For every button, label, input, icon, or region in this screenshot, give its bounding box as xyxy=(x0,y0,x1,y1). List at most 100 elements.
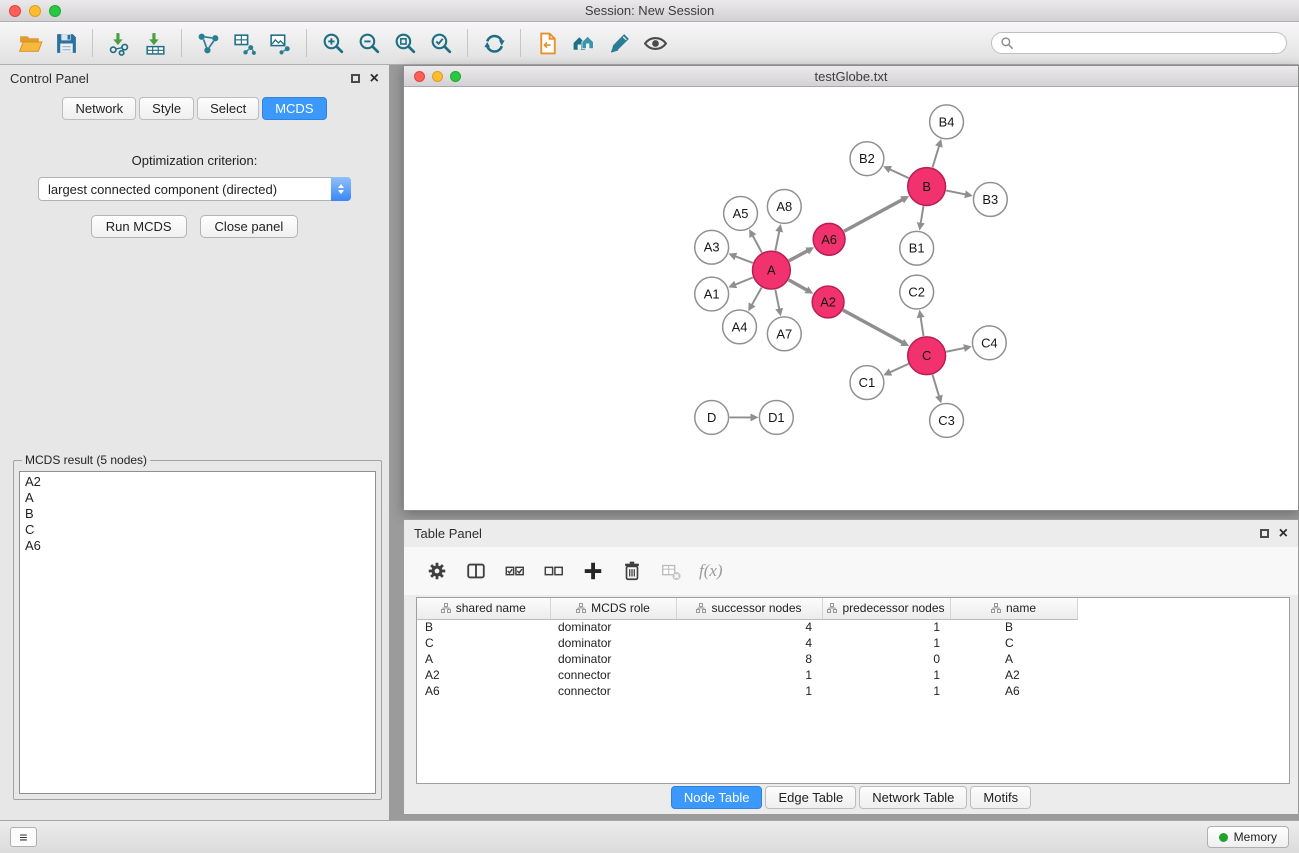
graph-edge-A-A8[interactable] xyxy=(775,230,779,251)
apply-layout-button[interactable] xyxy=(476,25,512,61)
graph-edge-C-C1[interactable] xyxy=(889,364,909,373)
table-settings-button[interactable] xyxy=(426,560,448,582)
graph-edge-C-C2[interactable] xyxy=(920,316,923,336)
close-traffic-light[interactable] xyxy=(414,71,425,82)
column-header-shared-name[interactable]: shared name xyxy=(417,598,550,619)
zoom-fit-button[interactable] xyxy=(387,25,423,61)
graph-edge-B-B3[interactable] xyxy=(946,191,967,195)
deselect-all-columns-button[interactable] xyxy=(543,560,565,582)
create-column-button[interactable] xyxy=(582,560,604,582)
network-window-titlebar[interactable]: testGlobe.txt xyxy=(404,66,1298,87)
close-panel-icon[interactable]: × xyxy=(1279,526,1288,542)
graph-edge-B-B4[interactable] xyxy=(933,145,940,168)
result-list-item[interactable]: A2 xyxy=(25,474,370,490)
tab-network[interactable]: Network xyxy=(62,97,136,120)
window-title: Session: New Session xyxy=(585,3,714,18)
graph-edge-C-C3[interactable] xyxy=(933,375,940,398)
home-button[interactable] xyxy=(565,25,601,61)
graph-edge-A-A5[interactable] xyxy=(752,234,762,252)
graph-edge-A6-B[interactable] xyxy=(844,199,904,231)
graph-node-label: A2 xyxy=(820,294,836,309)
close-panel-icon[interactable]: × xyxy=(370,71,379,87)
tab-edge-table[interactable]: Edge Table xyxy=(765,786,856,809)
table-row[interactable]: C dominator 4 1 C xyxy=(417,635,1077,651)
export-image-button[interactable] xyxy=(262,25,298,61)
traffic-lights xyxy=(9,5,61,17)
graph-edge-A-A1[interactable] xyxy=(734,277,753,285)
column-header-successor-nodes[interactable]: successor nodes xyxy=(676,598,822,619)
select-stepper-icon xyxy=(331,177,351,201)
graph-node-label: C1 xyxy=(859,375,876,390)
zoom-selected-button[interactable] xyxy=(423,25,459,61)
tab-motifs[interactable]: Motifs xyxy=(970,786,1031,809)
delete-table-button[interactable] xyxy=(660,560,682,582)
graph-edge-B-B2[interactable] xyxy=(889,169,909,178)
run-mcds-button[interactable]: Run MCDS xyxy=(91,215,187,238)
graph-node-label: B4 xyxy=(939,114,955,129)
table-row[interactable]: A6 connector 1 1 A6 xyxy=(417,683,1077,699)
graph-edge-A-A7[interactable] xyxy=(775,290,779,311)
import-file-button[interactable] xyxy=(529,25,565,61)
tab-mcds[interactable]: MCDS xyxy=(262,97,326,120)
table-row[interactable]: A2 connector 1 1 A2 xyxy=(417,667,1077,683)
import-table-button[interactable] xyxy=(137,25,173,61)
tab-node-table[interactable]: Node Table xyxy=(671,786,763,809)
graph-edge-A2-C[interactable] xyxy=(843,310,904,343)
float-panel-icon[interactable] xyxy=(1260,529,1269,538)
style-button[interactable] xyxy=(601,25,637,61)
tab-select[interactable]: Select xyxy=(197,97,259,120)
brush-icon xyxy=(607,31,632,56)
network-canvas[interactable]: ABCA6A2A1A3A4A5A7A8B1B2B3B4C1C2C3C4DD1 xyxy=(405,88,1297,509)
graph-edge-A-A6[interactable] xyxy=(789,250,809,261)
show-columns-button[interactable] xyxy=(465,560,487,582)
task-history-button[interactable]: ≡ xyxy=(10,827,37,847)
search-input[interactable] xyxy=(1019,36,1278,50)
memory-status-icon xyxy=(1219,833,1228,842)
mcds-result-list[interactable]: A2 A B C A6 xyxy=(19,471,376,794)
graph-edge-B-B1[interactable] xyxy=(920,206,923,225)
table-row[interactable]: B dominator 4 1 B xyxy=(417,619,1077,635)
main-toolbar xyxy=(0,22,1299,65)
toolbar-separator xyxy=(306,29,307,57)
trash-icon xyxy=(621,560,643,582)
select-all-columns-button[interactable] xyxy=(504,560,526,582)
column-header-predecessor-nodes[interactable]: predecessor nodes xyxy=(822,598,950,619)
graph-node-label: D xyxy=(707,410,716,425)
zoom-out-button[interactable] xyxy=(351,25,387,61)
network-window-traffic-lights xyxy=(414,71,461,82)
graph-edge-A-A4[interactable] xyxy=(751,287,761,306)
show-hide-button[interactable] xyxy=(637,25,673,61)
zoom-traffic-light[interactable] xyxy=(49,5,61,17)
result-list-item[interactable]: A xyxy=(25,490,370,506)
tab-style[interactable]: Style xyxy=(139,97,194,120)
criterion-select[interactable]: largest connected component (directed) xyxy=(38,177,351,201)
result-list-item[interactable]: C xyxy=(25,522,370,538)
graph-edge-A-A2[interactable] xyxy=(789,280,808,291)
save-session-button[interactable] xyxy=(48,25,84,61)
column-header-mcds-role[interactable]: MCDS role xyxy=(550,598,676,619)
column-header-name[interactable]: name xyxy=(950,598,1077,619)
memory-button[interactable]: Memory xyxy=(1207,826,1289,848)
new-network-button[interactable] xyxy=(190,25,226,61)
column-type-icon xyxy=(991,603,1001,613)
network-from-table-button[interactable] xyxy=(226,25,262,61)
close-traffic-light[interactable] xyxy=(9,5,21,17)
open-session-button[interactable] xyxy=(12,25,48,61)
float-panel-icon[interactable] xyxy=(351,74,360,83)
close-panel-button[interactable]: Close panel xyxy=(200,215,299,238)
result-list-item[interactable]: A6 xyxy=(25,538,370,554)
graph-edge-A-A3[interactable] xyxy=(734,256,753,263)
zoom-traffic-light[interactable] xyxy=(450,71,461,82)
zoom-in-button[interactable] xyxy=(315,25,351,61)
search-field[interactable] xyxy=(991,32,1287,54)
minimize-traffic-light[interactable] xyxy=(432,71,443,82)
table-row[interactable]: A dominator 8 0 A xyxy=(417,651,1077,667)
graph-edge-C-C4[interactable] xyxy=(946,348,966,352)
result-list-item[interactable]: B xyxy=(25,506,370,522)
graph-node-label: D1 xyxy=(768,410,785,425)
delete-column-button[interactable] xyxy=(621,560,643,582)
import-network-button[interactable] xyxy=(101,25,137,61)
function-builder-button[interactable]: f(x) xyxy=(699,561,723,581)
minimize-traffic-light[interactable] xyxy=(29,5,41,17)
tab-network-table[interactable]: Network Table xyxy=(859,786,967,809)
